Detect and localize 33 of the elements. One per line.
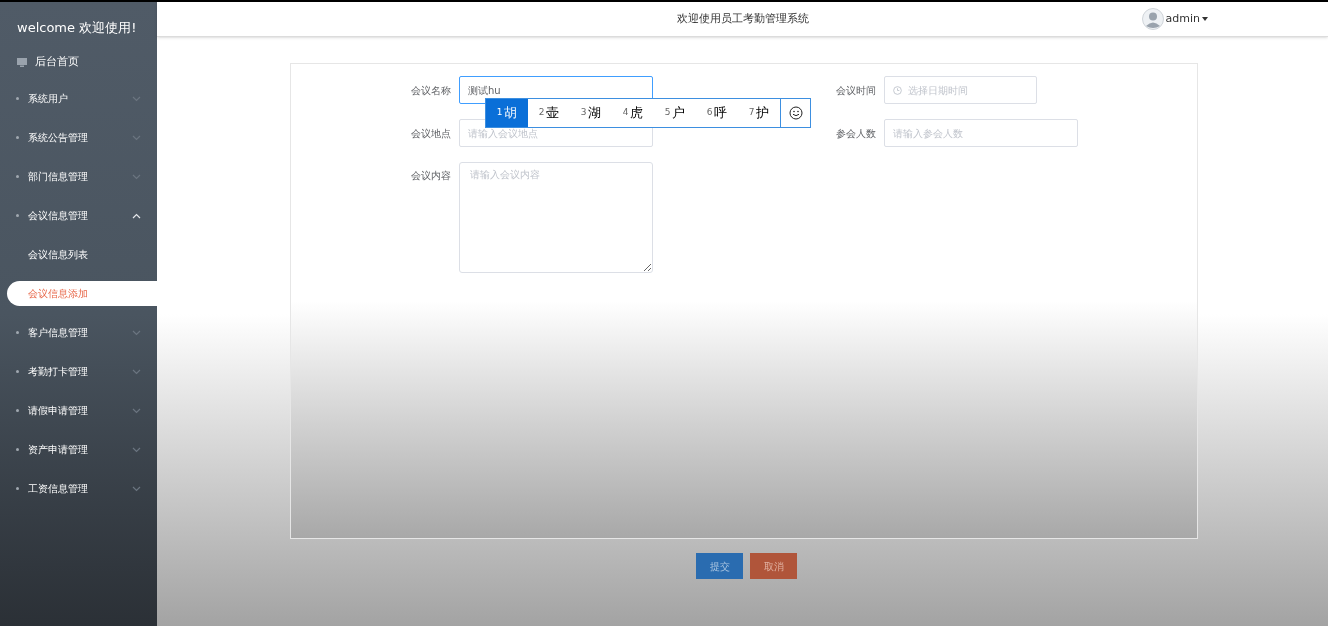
sidebar-menu-item[interactable]: 考勤打卡管理 <box>0 352 157 391</box>
user-name[interactable]: admin <box>1165 10 1200 28</box>
sidebar-menu-item[interactable]: 部门信息管理 <box>0 157 157 196</box>
chevron-down-icon <box>132 95 141 102</box>
sidebar-menu-item[interactable]: 资产申请管理 <box>0 430 157 469</box>
field-label: 参会人数 <box>836 126 876 141</box>
sidebar-menu-item[interactable]: 客户信息管理 <box>0 313 157 352</box>
welcome-text: welcome 欢迎使用! <box>16 19 138 37</box>
sidebar-menu-item[interactable]: 请假申请管理 <box>0 391 157 430</box>
sidebar-menu-item[interactable]: 系统公告管理 <box>0 118 157 157</box>
sidebar-subitem[interactable]: 会议信息列表 <box>0 235 157 274</box>
chevron-down-icon <box>132 485 141 492</box>
chevron-down-icon <box>132 329 141 336</box>
sidebar-item[interactable]: 后台首页 <box>0 46 157 79</box>
smiley-icon[interactable] <box>788 106 803 120</box>
chevron-up-icon <box>132 212 141 219</box>
chevron-down-icon <box>132 368 141 375</box>
chevron-down-icon <box>132 407 141 414</box>
avatar-icon[interactable] <box>1141 8 1164 30</box>
sidebar-menu-item[interactable]: 系统用户 <box>0 79 157 118</box>
field-label: 会议地点 <box>411 126 451 141</box>
page-title: 欢迎使用员工考勤管理系统 <box>676 10 809 27</box>
monitor-icon <box>17 58 27 67</box>
field-label: 会议内容 <box>411 169 451 183</box>
sidebar-menu-item[interactable]: 会议信息管理 <box>0 196 157 235</box>
caret-down-icon <box>1202 17 1208 21</box>
chevron-down-icon <box>132 446 141 453</box>
field-label: 会议名称 <box>411 83 451 98</box>
chevron-down-icon <box>132 134 141 141</box>
field-label: 会议时间 <box>836 83 876 98</box>
sidebar-menu-item[interactable]: 工资信息管理 <box>0 469 157 508</box>
clock-icon <box>893 85 902 95</box>
chevron-down-icon <box>132 173 141 180</box>
